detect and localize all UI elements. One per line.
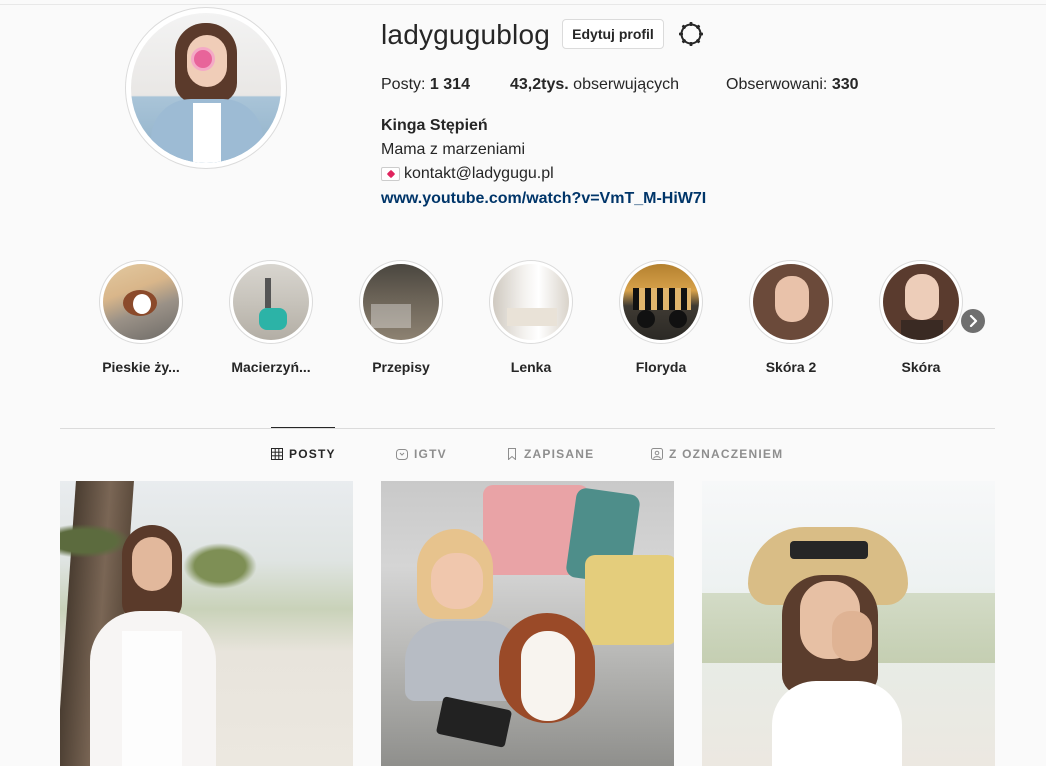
highlight-cover [493, 264, 569, 340]
tab-igtv-label: IGTV [414, 447, 447, 461]
stat-posts-value: 1 314 [429, 76, 470, 93]
love-letter-icon [381, 167, 400, 181]
stat-following-label: Obserwowani: [726, 76, 828, 93]
tab-posts[interactable]: POSTY [271, 447, 336, 461]
avatar-image [131, 13, 281, 163]
bio-email-text: kontakt@ladygugu.pl [404, 165, 554, 182]
stat-followers-label: obserwujących [573, 76, 679, 93]
chevron-right-icon [969, 315, 978, 327]
stat-following[interactable]: Obserwowani: 330 [726, 76, 859, 94]
settings-gear-icon[interactable] [678, 21, 704, 47]
highlight-cover [623, 264, 699, 340]
highlight-item[interactable]: Skóra 2 [731, 260, 851, 375]
grid-icon [271, 448, 283, 460]
tab-tagged-label: Z OZNACZENIEM [669, 447, 784, 461]
highlights-next-button[interactable] [961, 309, 985, 333]
stat-followers[interactable]: 43,2tys. obserwujących [510, 76, 679, 94]
post-thumbnail[interactable] [381, 481, 674, 766]
highlight-item[interactable]: Macierzyń... [211, 260, 331, 375]
bio-website-link[interactable]: www.youtube.com/watch?v=VmT_M-HiW7I [381, 190, 706, 208]
highlight-item[interactable]: Floryda [601, 260, 721, 375]
highlight-cover [233, 264, 309, 340]
stat-following-value: 330 [831, 76, 859, 93]
tab-tagged[interactable]: Z OZNACZENIEM [651, 447, 783, 461]
highlight-cover [363, 264, 439, 340]
highlight-label: Lenka [510, 359, 552, 375]
highlight-item[interactable]: Pieskie ży... [81, 260, 201, 375]
tab-posts-label: POSTY [289, 447, 336, 461]
highlight-item[interactable]: Lenka [471, 260, 591, 375]
tab-saved-label: ZAPISANE [524, 447, 595, 461]
tab-saved[interactable]: ZAPISANE [506, 447, 594, 461]
highlight-item[interactable]: Przepisy [341, 260, 461, 375]
bookmark-icon [508, 448, 516, 460]
highlight-label: Pieskie ży... [102, 359, 180, 375]
bio-tagline: Mama z marzeniami [381, 141, 526, 158]
profile-username: ladygugublog [381, 19, 550, 50]
highlight-label: Skóra [901, 359, 941, 375]
tab-igtv[interactable]: IGTV [396, 447, 447, 461]
tabs-divider [60, 428, 995, 429]
highlight-label: Skóra 2 [765, 359, 817, 375]
active-tab-indicator [271, 427, 335, 428]
igtv-icon [396, 449, 408, 460]
highlight-label: Przepisy [372, 359, 430, 375]
profile-avatar[interactable] [125, 7, 287, 169]
stat-followers-value: 43,2tys. [510, 76, 569, 93]
post-thumbnail[interactable] [60, 481, 353, 766]
highlight-cover [753, 264, 829, 340]
highlight-label: Macierzyń... [231, 359, 311, 375]
post-thumbnail[interactable] [702, 481, 995, 766]
edit-profile-button[interactable]: Edytuj profil [562, 19, 664, 49]
highlight-cover [103, 264, 179, 340]
highlight-cover [883, 264, 959, 340]
stat-posts-label: Posty: [381, 76, 426, 93]
tagged-icon [651, 448, 663, 460]
highlight-label: Floryda [635, 359, 687, 375]
bio-full-name: Kinga Stępień [381, 117, 488, 134]
bio-email: kontakt@ladygugu.pl [381, 165, 554, 183]
top-divider [0, 4, 1046, 5]
stat-posts: Posty: 1 314 [381, 76, 470, 94]
